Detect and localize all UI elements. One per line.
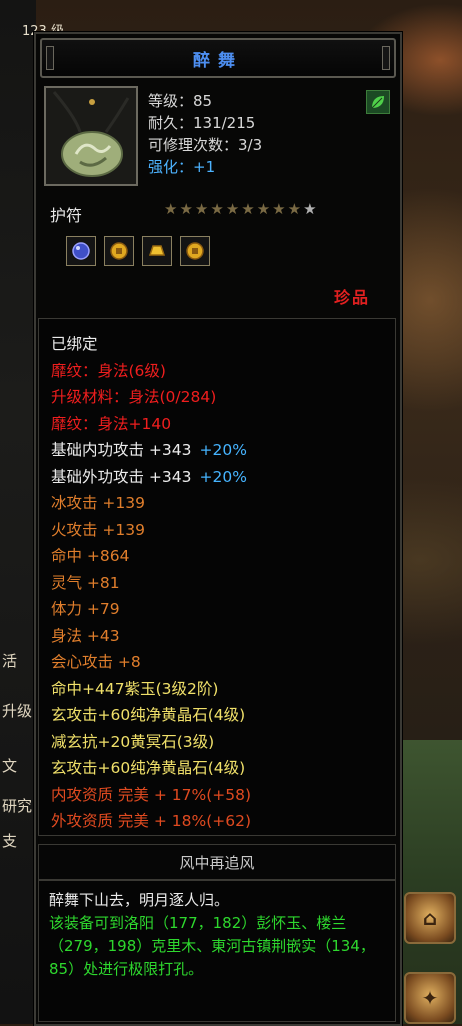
gold-coin-icon[interactable] [104, 236, 134, 266]
title-corner-deco [46, 46, 54, 70]
attribute-text: 命中 +864 [51, 547, 130, 565]
attribute-line: 命中 +864 [51, 543, 251, 570]
left-menu-label[interactable]: 支 [2, 830, 17, 851]
rarity-label: 珍品 [334, 288, 371, 307]
star-filled-icon: ★ [210, 200, 226, 218]
attribute-line: 靡纹：身法+140 [51, 411, 251, 438]
set-name: 风中再追风 [38, 844, 396, 880]
attribute-line: 玄攻击+60纯净黄晶石(4级) [51, 755, 251, 782]
star-filled-icon: ★ [164, 200, 180, 218]
attribute-text: 内攻资质 完美 + 17%(+58) [51, 785, 252, 804]
attribute-line: 升级材料：身法(0/284) [51, 384, 251, 411]
gold-coin-icon[interactable] [180, 236, 210, 266]
title-corner-deco [382, 46, 390, 70]
attribute-text: 外攻资质 完美 + 18%(+62) [51, 812, 252, 830]
attribute-list: 已绑定靡纹：身法(6级) 升级材料：身法(0/284) 靡纹：身法+140 基础内功攻… [51, 331, 251, 835]
attribute-text: 减玄抗+20黄冥石(3级) [51, 732, 215, 751]
attribute-text: 火攻击 +139 [51, 520, 145, 539]
description-text: 醉舞下山去，明月逐人归。 该装备可到洛阳（177，182）彭怀玉、楼兰（279，… [49, 889, 389, 981]
star-filled-icon: ★ [225, 200, 242, 218]
attribute-line: 基础内功攻击 +343 +20% [51, 437, 251, 464]
attribute-text: 已绑定 [51, 335, 98, 353]
attribute-text: 玄攻击+60纯净黄晶石(4级) [51, 706, 246, 724]
attribute-text: 身法 +43 [51, 626, 120, 645]
attribute-text: 冰攻击 +139 [51, 494, 145, 512]
left-menu-strip: 活 升级 文 研究 支 [0, 0, 36, 1024]
flavor-text: 醉舞下山去，明月逐人归。 [49, 891, 230, 909]
attribute-text: 基础内功攻击 +343 [51, 441, 192, 459]
star-filled-icon: ★ [241, 200, 257, 218]
star-rating: ★★★★★★★★★★ [164, 200, 319, 218]
attribute-line: 体力 +79 [51, 596, 251, 623]
attribute-text: 体力 +79 [51, 600, 120, 618]
item-icon-frame [44, 86, 138, 186]
attribute-line: 火攻击 +139 [51, 517, 251, 544]
jade-pendant-icon [52, 91, 130, 177]
shortcut-icon[interactable]: ⌂ [404, 892, 456, 944]
attribute-text: 命中+447紫玉(3级2阶) [51, 679, 219, 698]
description-panel: 醉舞下山去，明月逐人归。 该装备可到洛阳（177，182）彭怀玉、楼兰（279，… [38, 880, 396, 1022]
attribute-text: 玄攻击+60纯净黄晶石(4级) [51, 759, 246, 777]
attribute-line: 减玄抗+20黄冥石(3级) [51, 729, 251, 756]
attribute-text: 靡纹：身法(6级) [51, 361, 166, 380]
item-type: 护符 [50, 206, 83, 225]
attribute-line: 冰攻击 +139 [51, 490, 251, 517]
attribute-bonus: +20% [199, 467, 247, 486]
attribute-line: 会心攻击 +8 [51, 649, 251, 676]
star-filled-icon: ★ [272, 200, 288, 218]
left-menu-label[interactable]: 文 [2, 755, 17, 776]
item-stats: 等级：85 耐久：131/215 可修理次数：3/3 强化：+1 [148, 90, 262, 178]
item-level: 等级：85 [148, 92, 213, 110]
attribute-bonus: +20% [199, 441, 247, 459]
gold-ingot-icon[interactable] [142, 236, 172, 266]
tooltip-title-bar: 醉舞 [40, 38, 396, 78]
star-filled-icon: ★ [194, 200, 211, 218]
star-empty-icon: ★ [303, 200, 319, 218]
attribute-text: 会心攻击 +8 [51, 653, 141, 671]
star-filled-icon: ★ [179, 200, 195, 218]
item-repair-count: 可修理次数：3/3 [148, 136, 263, 154]
attribute-line: 内攻资质 完美 + 17%(+58) [51, 782, 251, 809]
bag-icon[interactable]: ✦ [404, 972, 456, 1024]
attribute-panel: 已绑定靡纹：身法(6级) 升级材料：身法(0/284) 靡纹：身法+140 基础内功攻… [38, 318, 396, 836]
attribute-line: 已绑定 [51, 331, 251, 358]
attribute-text: 灵气 +81 [51, 573, 120, 592]
socket-hint: 该装备可到洛阳（177，182）彭怀玉、楼兰（279，198）克里木、東河古镇荆… [49, 914, 375, 978]
left-menu-label[interactable]: 活 [2, 650, 17, 671]
socket-row [66, 236, 210, 266]
blue-gem-icon[interactable] [66, 236, 96, 266]
item-durability: 耐久：131/215 [148, 114, 256, 132]
attribute-line: 基础外功攻击 +343 +20% [51, 464, 251, 491]
star-filled-icon: ★ [287, 200, 304, 218]
star-filled-icon: ★ [256, 200, 273, 218]
attribute-line: 玄攻击+60纯净黄晶石(4级) [51, 702, 251, 729]
item-name: 醉舞 [193, 50, 243, 71]
attribute-text: 升级材料：身法(0/284) [51, 388, 217, 406]
attribute-text: 基础外功攻击 +343 [51, 467, 192, 486]
attribute-line: 身法 +43 [51, 623, 251, 650]
item-tooltip: 醉舞 等级：85 耐久：131/215 可修理次数：3/3 强化：+1 护符 ★… [34, 32, 402, 1026]
attribute-line: 命中+447紫玉(3级2阶) [51, 676, 251, 703]
left-menu-label[interactable]: 研究 [2, 795, 32, 816]
attribute-line: 靡纹：身法(6级) [51, 358, 251, 385]
leaf-icon [366, 90, 390, 114]
left-menu-label[interactable]: 升级 [2, 700, 32, 721]
attribute-line: 外攻资质 完美 + 18%(+62) [51, 808, 251, 835]
item-enhance: 强化：+1 [148, 158, 216, 176]
attribute-text: 靡纹：身法+140 [51, 414, 172, 433]
attribute-line: 灵气 +81 [51, 570, 251, 597]
